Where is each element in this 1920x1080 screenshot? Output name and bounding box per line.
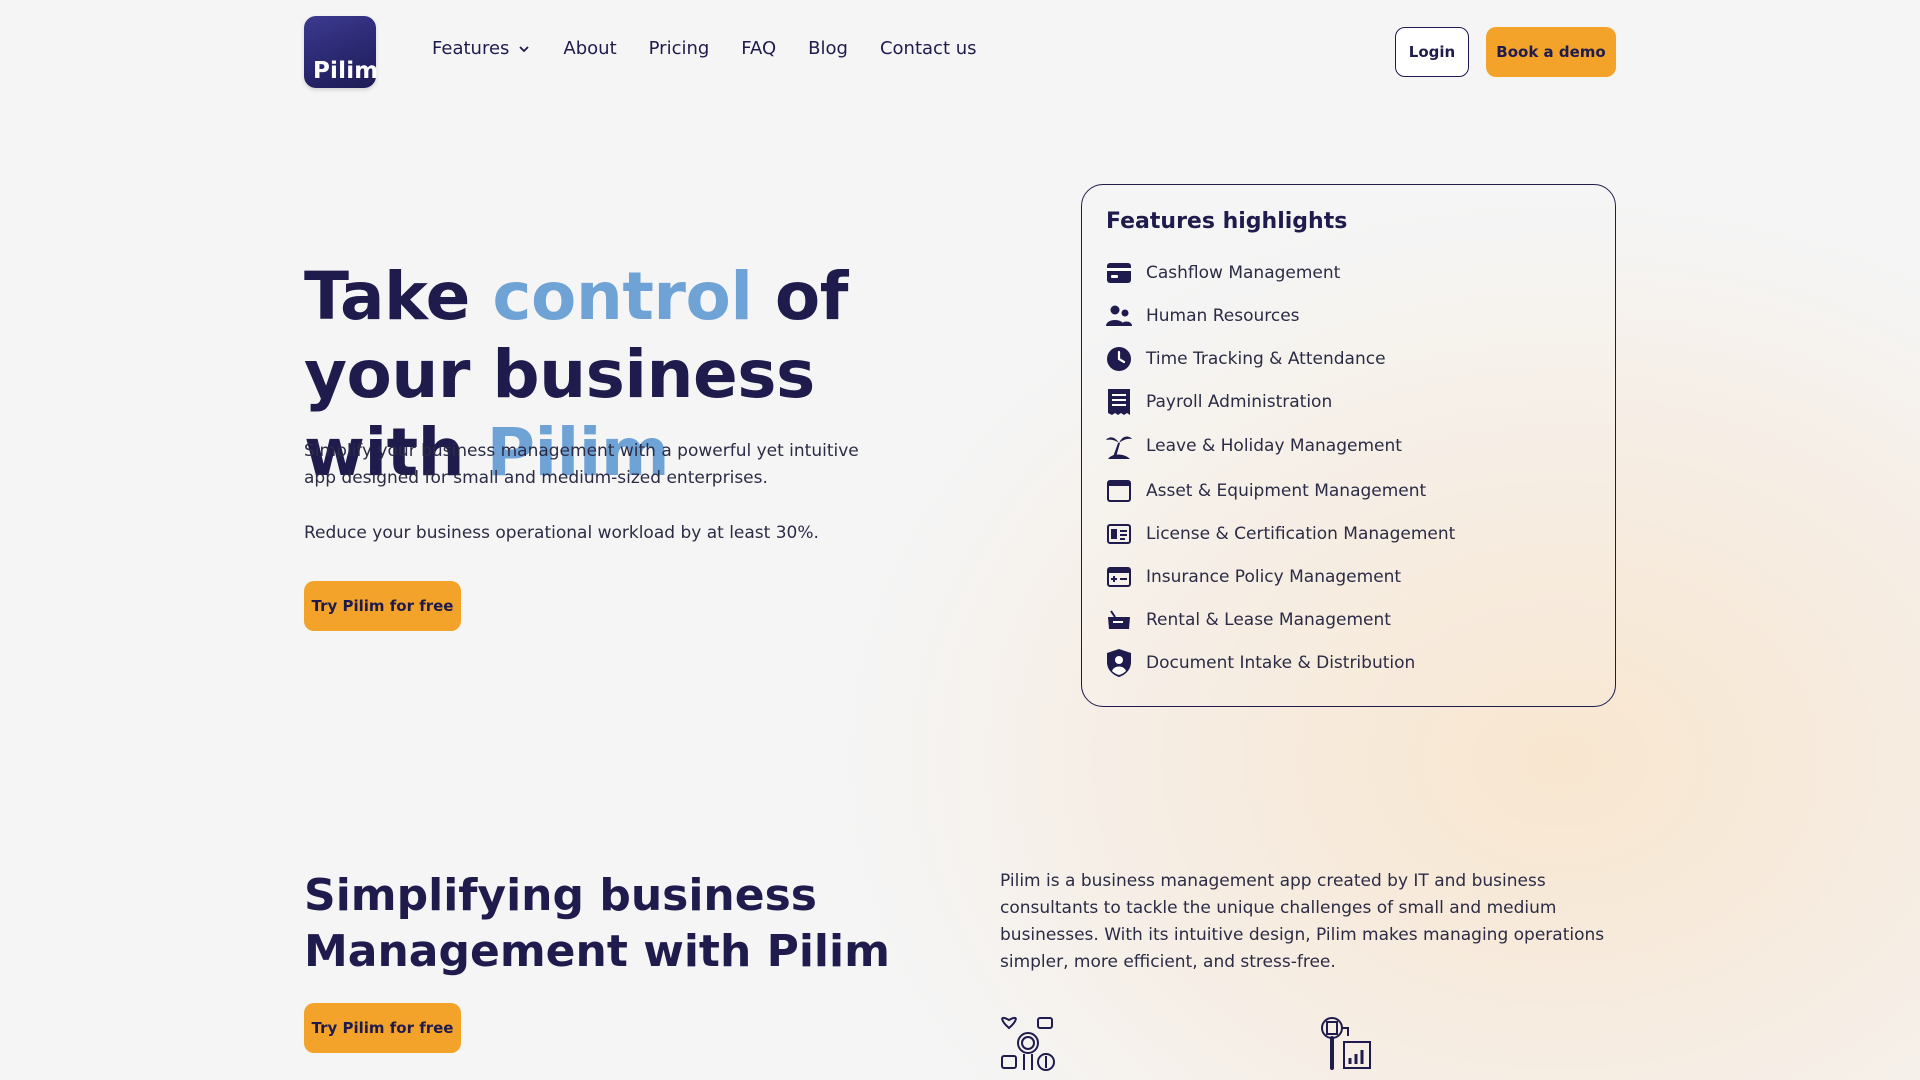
login-button[interactable]: Login (1395, 27, 1469, 77)
chevron-down-icon (519, 45, 530, 52)
hero-title-accent-control: control (492, 258, 753, 335)
palm-tree-icon (1106, 433, 1132, 459)
nav-link-faq[interactable]: FAQ (741, 38, 776, 59)
hero-workload-claim: Reduce your business operational workloa… (304, 523, 819, 543)
nav-link-contact[interactable]: Contact us (880, 38, 977, 59)
feature-label: Cashflow Management (1146, 263, 1341, 283)
people-icon (1106, 303, 1132, 329)
logo-text: Pilim (313, 58, 379, 84)
top-navbar: Pilim Features About Pricing FAQ Blog Co… (0, 0, 1920, 104)
pilim-logo[interactable]: Pilim (304, 16, 379, 88)
wallet-icon (1106, 260, 1132, 286)
feature-label: License & Certification Management (1146, 524, 1456, 544)
section2-title: Simplifying business Management with Pil… (304, 870, 890, 977)
try-pilim-button-2[interactable]: Try Pilim for free (304, 1003, 461, 1053)
section2-description: Pilim is a business management app creat… (1000, 871, 1605, 972)
feature-label: Time Tracking & Attendance (1146, 349, 1386, 369)
nav-link-features-label: Features (432, 38, 510, 59)
feature-label: Payroll Administration (1146, 392, 1333, 412)
id-card-icon (1106, 521, 1132, 547)
try-pilim-button[interactable]: Try Pilim for free (304, 581, 461, 631)
feature-item-hr[interactable]: Human Resources (1106, 303, 1300, 329)
nav-link-about[interactable]: About (563, 38, 616, 59)
clock-icon (1106, 346, 1132, 372)
book-demo-button[interactable]: Book a demo (1486, 27, 1616, 77)
medical-card-icon (1106, 564, 1132, 590)
feature-label: Human Resources (1146, 306, 1300, 326)
rent-tag-icon (1106, 607, 1132, 633)
wellbeing-money-icon (1001, 1016, 1055, 1071)
feature-item-time-tracking[interactable]: Time Tracking & Attendance (1106, 346, 1386, 372)
feature-label: Leave & Holiday Management (1146, 436, 1402, 456)
feature-item-insurance[interactable]: Insurance Policy Management (1106, 564, 1401, 590)
nav-link-features[interactable]: Features (432, 38, 531, 59)
nav-links: Features About Pricing FAQ Blog Contact … (432, 38, 1009, 59)
feature-label: Rental & Lease Management (1146, 610, 1391, 630)
window-icon (1106, 478, 1132, 504)
features-highlights-card: Features highlights Cashflow Management … (1081, 184, 1616, 707)
feature-item-document[interactable]: Document Intake & Distribution (1106, 649, 1416, 677)
features-heading: Features highlights (1106, 209, 1348, 234)
hero-title-part1: Take (304, 258, 493, 335)
nav-link-blog[interactable]: Blog (808, 38, 848, 59)
user-shield-icon (1106, 649, 1132, 677)
feature-item-rental[interactable]: Rental & Lease Management (1106, 607, 1391, 633)
feature-label: Document Intake & Distribution (1146, 653, 1416, 673)
nav-link-pricing[interactable]: Pricing (649, 38, 710, 59)
feature-item-leave[interactable]: Leave & Holiday Management (1106, 433, 1402, 459)
feature-item-payroll[interactable]: Payroll Administration (1106, 389, 1332, 415)
receipt-icon (1106, 389, 1132, 415)
feature-label: Asset & Equipment Management (1146, 481, 1427, 501)
hero-description: Simplify your business management with a… (304, 441, 859, 488)
feature-item-license[interactable]: License & Certification Management (1106, 521, 1455, 547)
analytics-search-icon (1321, 1017, 1371, 1070)
feature-item-asset[interactable]: Asset & Equipment Management (1106, 478, 1426, 504)
feature-label: Insurance Policy Management (1146, 567, 1402, 587)
feature-item-cashflow[interactable]: Cashflow Management (1106, 260, 1340, 286)
